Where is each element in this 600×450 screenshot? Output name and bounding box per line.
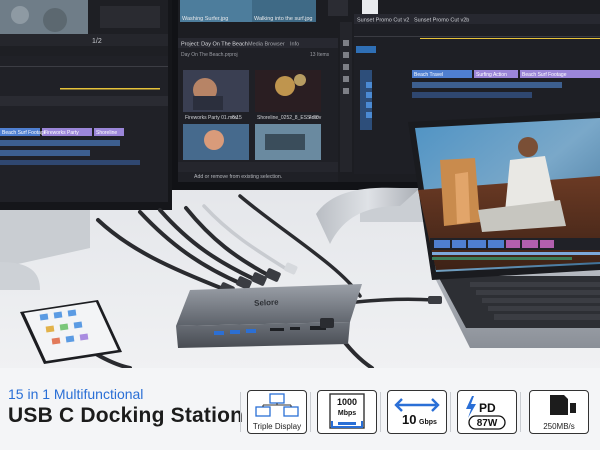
pd-wattage: 87W — [477, 418, 498, 429]
info-tab: Info — [290, 42, 299, 48]
right-track-2: Surfing Action — [476, 72, 507, 78]
breadcrumb: Day On The Beach.prproj — [181, 52, 238, 58]
docking-station: Selore — [176, 284, 362, 348]
project-title: Project: Day On The Beach — [181, 42, 248, 48]
media-browser-tab: Media Browser — [248, 42, 285, 48]
top-clip-2: Walking into the surf.jpg — [254, 16, 313, 22]
left-track-3: Shoreline — [96, 130, 117, 136]
feature-card-reader: 250MB/s — [529, 390, 589, 434]
triple-display-icon — [255, 393, 299, 417]
left-timecode: 1/2 — [92, 38, 102, 45]
feature-ethernet: 1000 Mbps — [317, 390, 377, 434]
feature-triple-display: Triple Display — [247, 390, 307, 434]
clip-duration-1: 6:15 — [232, 115, 242, 121]
ethernet-speed: 1000 — [337, 397, 357, 407]
power-delivery-icon: PD 87W — [466, 396, 506, 430]
hub-brand-logo: Selore — [254, 298, 279, 308]
sequence-tab-2: Sunset Promo Cut v2b — [414, 18, 469, 24]
feature-data-transfer: 10 Gbps — [387, 390, 447, 434]
left-monitor: 1/2 Beach Surf Footage Fireworks Party S… — [0, 0, 172, 210]
transfer-unit: Gbps — [419, 419, 437, 426]
sd-card-icon — [550, 395, 576, 415]
feature-divider — [240, 392, 241, 432]
clip-name-1: Fireworks Party 01.mov — [185, 115, 238, 121]
status-text: Add or remove from existing selection. — [194, 174, 282, 180]
feature-divider — [450, 392, 451, 432]
headline-line-2: USB C Docking Station — [8, 404, 244, 427]
items-count: 13 Items — [310, 52, 330, 58]
sequence-tab-1: Sunset Promo Cut v2 — [357, 18, 409, 24]
feature-power-delivery: PD 87W — [457, 390, 517, 434]
transfer-arrows-icon: 10 Gbps — [394, 398, 440, 427]
clip-duration-2: 4:20 — [309, 115, 319, 121]
right-track-1: Beach Travel — [414, 72, 443, 78]
ethernet-icon: 1000 Mbps — [329, 393, 365, 429]
feature-label: Triple Display — [252, 422, 302, 431]
pd-label: PD — [479, 401, 496, 415]
feature-divider — [520, 392, 521, 432]
feature-divider — [380, 392, 381, 432]
left-track-1: Beach Surf Footage — [2, 130, 47, 136]
feature-label: 250MB/s — [543, 422, 575, 431]
product-scene: 1/2 Beach Surf Footage Fireworks Party S… — [0, 0, 600, 450]
feature-divider — [310, 392, 311, 432]
left-track-2: Fireworks Party — [44, 130, 79, 136]
right-track-3: Beach Surf Footage — [522, 72, 567, 78]
transfer-speed: 10 — [402, 412, 416, 427]
top-clip-1: Washing Surfer.jpg — [182, 16, 228, 22]
headline-line-1: 15 in 1 Multifunctional — [8, 386, 144, 402]
ethernet-unit: Mbps — [338, 410, 356, 417]
